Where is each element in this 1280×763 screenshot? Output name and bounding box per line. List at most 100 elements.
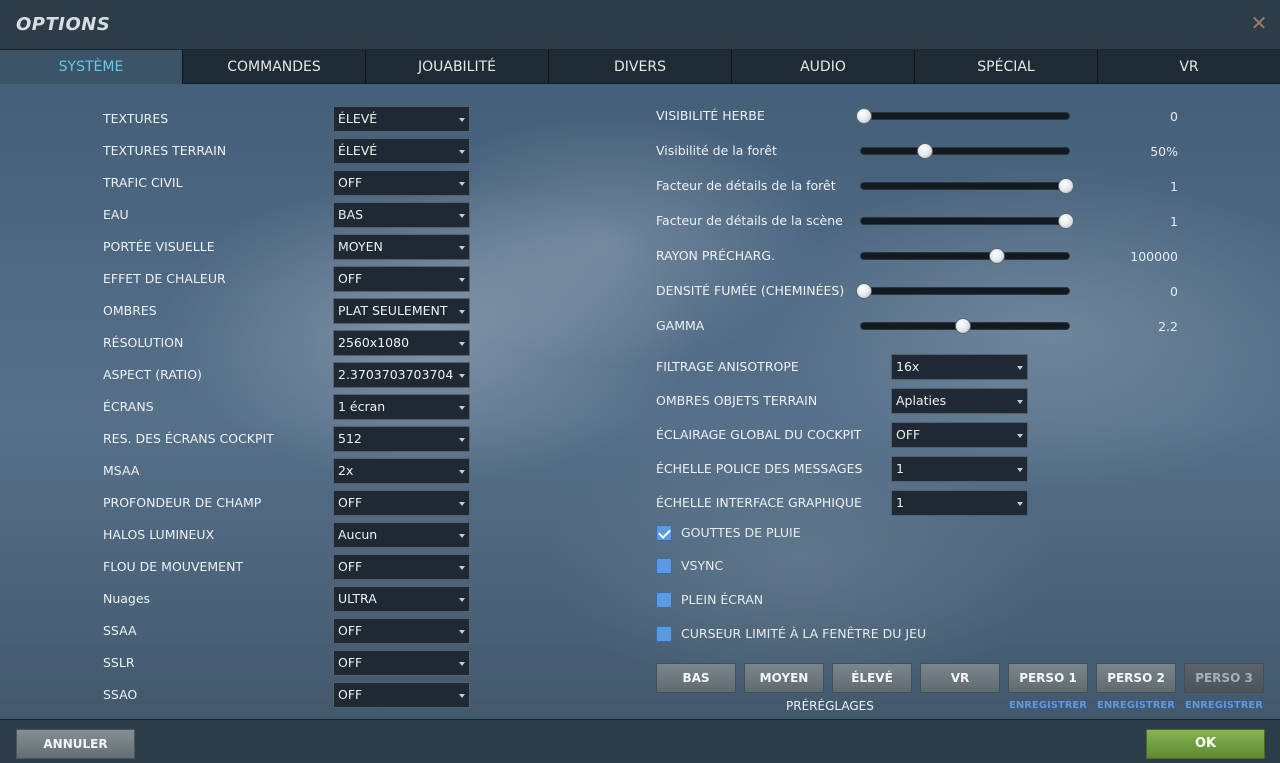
gouttes-pluie-checkbox[interactable] [656, 525, 672, 541]
slider-thumb[interactable] [856, 283, 872, 299]
tab-audio[interactable]: AUDIO [732, 50, 915, 84]
effet-chaleur-dropdown[interactable]: OFF [333, 266, 470, 292]
chevron-down-icon [459, 118, 465, 122]
sslr-dropdown[interactable]: OFF [333, 650, 470, 676]
echelle-interface-dropdown[interactable]: 1 [891, 490, 1028, 516]
chevron-down-icon [459, 246, 465, 250]
slider-thumb[interactable] [954, 318, 971, 334]
dropdown-value: PLAT SEULEMENT [338, 303, 448, 318]
chevron-down-icon [1017, 468, 1023, 472]
setting-label: TEXTURES TERRAIN [103, 143, 227, 158]
tab-vr[interactable]: VR [1098, 50, 1280, 84]
slider-value: 100000 [1130, 249, 1178, 264]
profondeur-champ-dropdown[interactable]: OFF [333, 490, 470, 516]
resolution-dropdown[interactable]: 2560x1080 [333, 330, 470, 356]
title-bar: OPTIONS ✕ [0, 0, 1280, 50]
densite-fumee-slider[interactable] [860, 287, 1070, 295]
ombres-dropdown[interactable]: PLAT SEULEMENT [333, 298, 470, 324]
checkbox-label: VSYNC [681, 558, 724, 573]
ssaa-dropdown[interactable]: OFF [333, 618, 470, 644]
slider-thumb[interactable] [856, 108, 872, 124]
tab-divers[interactable]: DIVERS [549, 50, 732, 84]
chevron-down-icon [459, 310, 465, 314]
curseur-limite-checkbox[interactable] [656, 626, 672, 642]
textures-terrain-dropdown[interactable]: ÉLEVÉ [333, 138, 470, 164]
tab-commandes[interactable]: COMMANDES [183, 50, 366, 84]
filtrage-anisotrope-dropdown[interactable]: 16x [891, 354, 1028, 380]
slider-value: 1 [1170, 179, 1178, 194]
preset-vr-button[interactable]: VR [920, 663, 1000, 693]
vsync-checkbox[interactable] [656, 558, 672, 574]
visibilite-foret-slider[interactable] [860, 147, 1070, 155]
preset-eleve-button[interactable]: ÉLEVÉ [832, 663, 912, 693]
preset-bas-button[interactable]: BAS [656, 663, 736, 693]
setting-label: PROFONDEUR DE CHAMP [103, 495, 262, 510]
flou-mouvement-dropdown[interactable]: OFF [333, 554, 470, 580]
halos-lumineux-dropdown[interactable]: Aucun [333, 522, 470, 548]
chevron-down-icon [459, 662, 465, 666]
save-perso2-link[interactable]: ENREGISTRER [1096, 700, 1176, 711]
dropdown-value: MOYEN [338, 239, 383, 254]
cancel-button[interactable]: ANNULER [16, 729, 135, 759]
tab-bar: SYSTÈME COMMANDES JOUABILITÉ DIVERS AUDI… [0, 50, 1280, 84]
chevron-down-icon [459, 470, 465, 474]
chevron-down-icon [459, 342, 465, 346]
tab-systeme[interactable]: SYSTÈME [0, 50, 183, 84]
slider-value: 1 [1170, 214, 1178, 229]
setting-label: FLOU DE MOUVEMENT [103, 559, 244, 574]
preset-perso3-button[interactable]: PERSO 3 [1184, 663, 1264, 693]
textures-dropdown[interactable]: ÉLEVÉ [333, 106, 470, 132]
tab-jouabilite[interactable]: JOUABILITÉ [366, 50, 549, 84]
slider-thumb[interactable] [989, 248, 1006, 264]
msaa-dropdown[interactable]: 2x [333, 458, 470, 484]
echelle-police-dropdown[interactable]: 1 [891, 456, 1028, 482]
checkbox-label: PLEIN ÉCRAN [681, 592, 764, 607]
close-icon[interactable]: ✕ [1250, 13, 1268, 33]
setting-label: RES. DES ÉCRANS COCKPIT [103, 431, 274, 446]
portee-visuelle-dropdown[interactable]: MOYEN [333, 234, 470, 260]
slider-thumb[interactable] [1058, 178, 1074, 194]
slider-label: Facteur de détails de la scène [656, 213, 843, 228]
slider-thumb[interactable] [916, 143, 933, 159]
chevron-down-icon [459, 598, 465, 602]
trafic-civil-dropdown[interactable]: OFF [333, 170, 470, 196]
dropdown-value: OFF [338, 623, 363, 638]
dropdown-value: OFF [338, 495, 363, 510]
chevron-down-icon [1017, 400, 1023, 404]
aspect-ratio-dropdown[interactable]: 2.3703703703704 [333, 362, 470, 388]
eclairage-cockpit-dropdown[interactable]: OFF [891, 422, 1028, 448]
setting-label: Nuages [103, 591, 151, 606]
plein-ecran-checkbox[interactable] [656, 592, 672, 608]
preset-perso2-button[interactable]: PERSO 2 [1096, 663, 1176, 693]
details-foret-slider[interactable] [860, 182, 1070, 190]
nuages-dropdown[interactable]: ULTRA [333, 586, 470, 612]
chevron-down-icon [459, 438, 465, 442]
preset-moyen-button[interactable]: MOYEN [744, 663, 824, 693]
slider-thumb[interactable] [1058, 213, 1074, 229]
ombres-objets-terrain-dropdown[interactable]: Aplaties [891, 388, 1028, 414]
chevron-down-icon [459, 534, 465, 538]
details-scene-slider[interactable] [860, 217, 1070, 225]
res-ecrans-cockpit-dropdown[interactable]: 512 [333, 426, 470, 452]
dropdown-value: Aplaties [896, 393, 947, 408]
slider-label: GAMMA [656, 318, 705, 333]
save-perso1-link[interactable]: ENREGISTRER [1008, 700, 1088, 711]
setting-label: SSAO [103, 687, 138, 702]
dropdown-value: ÉLEVÉ [338, 143, 378, 158]
setting-label: EFFET DE CHALEUR [103, 271, 226, 286]
dropdown-value: OFF [338, 175, 363, 190]
chevron-down-icon [459, 694, 465, 698]
save-perso3-link[interactable]: ENREGISTRER [1184, 700, 1264, 711]
rayon-precharg-slider[interactable] [860, 252, 1070, 260]
preset-perso1-button[interactable]: PERSO 1 [1008, 663, 1088, 693]
chevron-down-icon [459, 630, 465, 634]
visibilite-herbe-slider[interactable] [860, 112, 1070, 120]
setting-label: PORTÉE VISUELLE [103, 239, 215, 254]
slider-label: Visibilité de la forêt [656, 143, 777, 158]
dropdown-value: 2560x1080 [338, 335, 410, 350]
eau-dropdown[interactable]: BAS [333, 202, 470, 228]
ecrans-dropdown[interactable]: 1 écran [333, 394, 470, 420]
ssao-dropdown[interactable]: OFF [333, 682, 470, 708]
ok-button[interactable]: OK [1146, 729, 1265, 759]
tab-special[interactable]: SPÉCIAL [915, 50, 1098, 84]
